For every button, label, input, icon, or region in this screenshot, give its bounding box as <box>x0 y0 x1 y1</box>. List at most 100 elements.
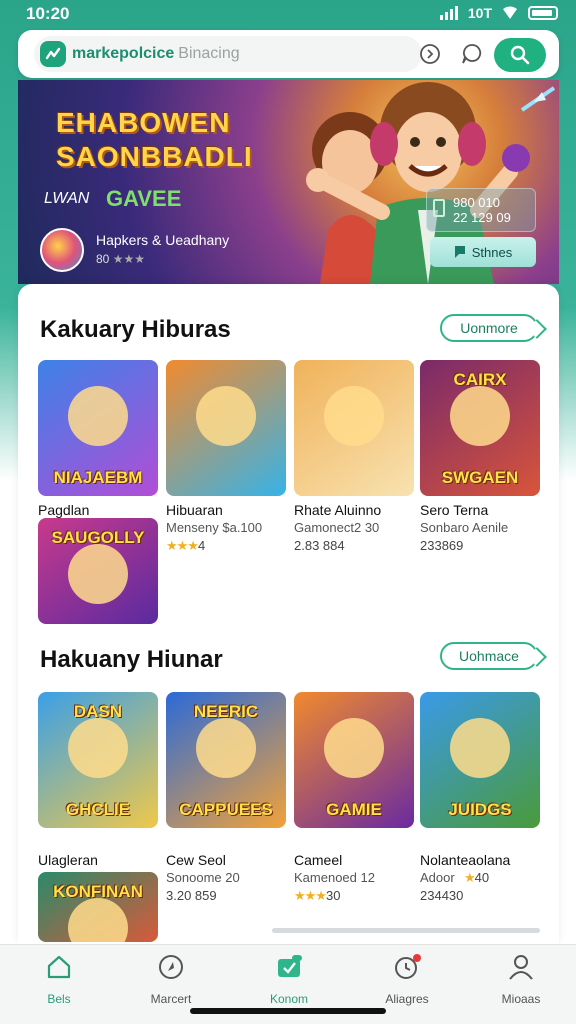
game-meta: Gamonect2 30 <box>294 520 380 535</box>
game-tile-image[interactable]: NEERIC CAPPUEES <box>166 692 286 828</box>
game-downloads: 2.83 884 <box>294 538 345 553</box>
nav-label: Mioaas <box>501 992 541 1006</box>
banner-info-line1: 980 010 <box>453 195 500 210</box>
game-name[interactable]: Sero Terna <box>420 502 488 518</box>
character-art <box>324 386 384 446</box>
game-downloads: 234430 <box>420 888 464 903</box>
more-button[interactable]: Uonmore <box>440 314 538 342</box>
profile-icon <box>509 955 533 980</box>
game-meta: Sonoome 20 <box>166 870 240 885</box>
game-downloads: 3.20 859 <box>166 888 217 903</box>
nav-item-home[interactable]: Bels <box>14 953 104 1006</box>
gamepad-icon[interactable] <box>418 42 442 66</box>
character-art <box>68 898 128 942</box>
wifi-icon <box>503 6 517 19</box>
game-name[interactable]: Cameel <box>294 852 342 868</box>
promo-avatar <box>40 228 84 272</box>
rating-value: 4 <box>197 538 206 553</box>
nav-label: Marcert <box>150 992 192 1006</box>
tile-art-label: SAUGOLLY <box>51 528 145 547</box>
game-meta: Kamenoed 12 <box>294 870 375 885</box>
tile-art-label: CAPPUEES <box>179 800 273 819</box>
status-time: 10:20 <box>26 4 70 23</box>
search-button[interactable] <box>494 38 546 72</box>
nav-item-activity[interactable]: Aliagres <box>362 953 452 1006</box>
search-placeholder[interactable]: Binacing <box>178 45 239 63</box>
tile-art-label: NIAJAEBM <box>53 468 143 487</box>
flag-icon <box>454 246 465 258</box>
banner-info-box: 980 010 22 129 09 <box>426 188 536 232</box>
tile-art-label: GAMIE <box>326 800 382 819</box>
character-art <box>68 718 128 778</box>
signal-icon <box>439 6 458 20</box>
game-name[interactable]: Pagdlan <box>38 502 89 518</box>
rating-stars-icon: ★ <box>464 870 476 885</box>
game-tile-image[interactable] <box>166 360 286 496</box>
character-art <box>450 386 510 446</box>
nav-item-profile[interactable]: Mioaas <box>476 953 566 1006</box>
status-bar: 10:20 10T <box>0 0 576 28</box>
section-title: Kakuary Hiburas <box>40 316 231 343</box>
game-tile-image[interactable] <box>294 360 414 496</box>
nav-label: Aliagres <box>385 992 429 1006</box>
tile-art-label: SWGAEN <box>441 468 519 487</box>
section-title: Hakuany Hiunar <box>40 646 223 673</box>
tile-art-label: GHCLIE <box>65 800 131 819</box>
rating-value: 40 <box>474 870 490 885</box>
banner-cta-button[interactable]: Sthnes <box>430 237 536 267</box>
game-tile-image[interactable]: SAUGOLLY <box>38 518 158 624</box>
banner-subtitle-highlight: GAVEE <box>106 186 182 211</box>
network-label: 10T <box>467 5 492 21</box>
tile-art-title: DASN <box>73 702 123 721</box>
rating-stars-icon: ★★★ <box>294 888 327 903</box>
game-tile-image[interactable]: DASN GHCLIE <box>38 692 158 828</box>
game-tile-image[interactable]: JUIDGS <box>420 692 540 828</box>
game-rating: ★★★4 <box>166 538 205 554</box>
game-meta: Sonbaro Aenile <box>420 520 509 535</box>
more-button[interactable]: Uohmace <box>440 642 538 670</box>
tile-art-label: KONFINAN <box>53 882 143 901</box>
game-name[interactable]: Ulagleran <box>38 852 98 868</box>
game-rating: ★★★30 <box>294 888 340 904</box>
game-meta: Adoor <box>420 870 455 885</box>
hero-banner[interactable]: EHABOWEN SAONBBADLI LWAN GAVEE Hapkers &… <box>18 80 559 284</box>
brand-name: markepolcice <box>72 45 175 62</box>
nav-item-market[interactable]: Marcert <box>126 953 216 1006</box>
character-art <box>68 386 128 446</box>
game-name[interactable]: Rhate Aluinno <box>294 502 381 518</box>
rating-stars-icon: ★★★ <box>166 538 199 553</box>
game-tile-image[interactable]: NIAJAEBM <box>38 360 158 496</box>
search-bar[interactable]: markepolcice Binacing <box>34 36 422 72</box>
character-art <box>450 718 510 778</box>
character-art <box>196 386 256 446</box>
rating-value: 30 <box>325 888 341 903</box>
game-tile-image[interactable]: CAIRX SWGAEN <box>420 360 540 496</box>
tile-art-label: JUIDGS <box>448 800 512 819</box>
chat-icon[interactable] <box>460 42 484 66</box>
banner-info-line2: 22 129 09 <box>453 210 511 225</box>
nav-label: Konom <box>269 992 309 1006</box>
nav-label: Bels <box>47 992 71 1006</box>
character-art <box>196 718 256 778</box>
games-icon <box>278 955 302 977</box>
scroll-indicator[interactable] <box>272 928 540 933</box>
tile-art-title: CAIRX <box>453 370 507 389</box>
phone-icon <box>433 199 445 217</box>
character-art <box>68 544 128 604</box>
nav-item-games[interactable]: Konom <box>244 953 334 1006</box>
promo-rating: 80 ★★★ <box>96 252 145 266</box>
game-downloads: 233869 <box>420 538 464 553</box>
game-name[interactable]: Cew Seol <box>166 852 226 868</box>
game-name[interactable]: Hibuaran <box>166 502 223 518</box>
banner-cta-label: Sthnes <box>471 244 513 260</box>
home-indicator <box>190 1008 386 1014</box>
clock-icon <box>395 954 421 979</box>
game-tile-image[interactable]: KONFINAN <box>38 872 158 942</box>
game-name[interactable]: Nolanteaolana <box>420 852 510 868</box>
top-bar: markepolcice Binacing <box>18 30 559 78</box>
game-tile-image[interactable]: GAMIE <box>294 692 414 828</box>
banner-subtitle-prefix: LWAN <box>44 190 90 207</box>
tile-art-title: NEERIC <box>193 702 259 721</box>
game-meta: Menseny $a.100 <box>166 520 263 535</box>
status-indicators: 10T <box>439 5 558 21</box>
